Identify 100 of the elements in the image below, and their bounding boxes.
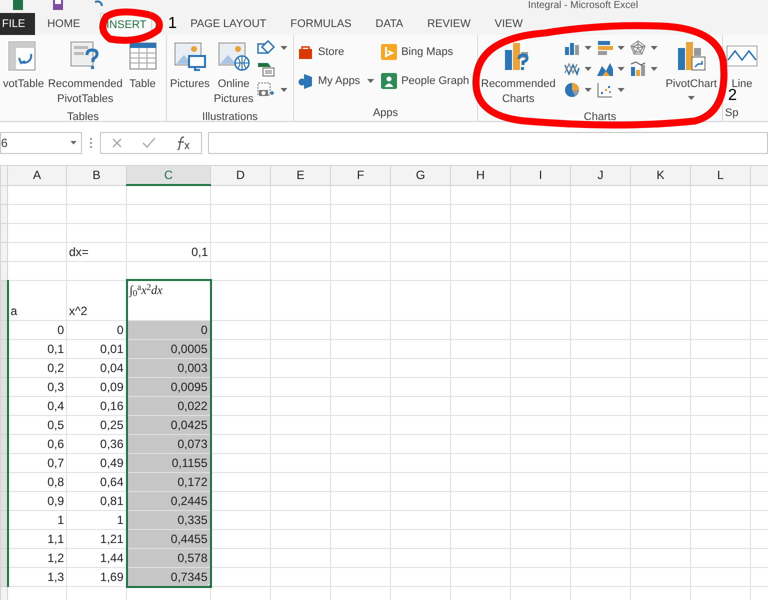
row-header[interactable] bbox=[0, 567, 8, 586]
table-cell: 0,5 bbox=[8, 415, 66, 434]
row-header[interactable] bbox=[0, 358, 8, 377]
table-cell: 0,073 bbox=[126, 434, 210, 453]
pivot-chart-icon bbox=[675, 40, 708, 72]
column-header[interactable]: L bbox=[690, 166, 750, 185]
row-header[interactable] bbox=[0, 472, 8, 491]
ribbon-button[interactable]: My Apps bbox=[296, 67, 376, 95]
ribbon-tab[interactable]: DATA bbox=[376, 13, 404, 35]
ribbon-tab[interactable]: PAGE LAYOUT bbox=[190, 13, 266, 35]
group-label: Charts bbox=[582, 110, 618, 121]
person-card-icon bbox=[381, 73, 398, 89]
column-header[interactable]: I bbox=[510, 166, 570, 185]
column-header[interactable]: H bbox=[450, 166, 510, 185]
column-header[interactable]: J bbox=[570, 166, 630, 185]
ribbon-tab[interactable]: REVIEW bbox=[427, 13, 471, 35]
row-header[interactable] bbox=[0, 415, 8, 434]
radar-chart-icon bbox=[630, 40, 646, 56]
row-header[interactable] bbox=[0, 377, 8, 396]
row-header[interactable] bbox=[0, 396, 8, 415]
table-cell: 0,8 bbox=[8, 472, 66, 491]
ribbon-button[interactable]: Pictures bbox=[169, 38, 211, 94]
picture-icon bbox=[172, 40, 207, 72]
table-cell: 0,335 bbox=[126, 510, 210, 529]
group-label: Illustrations bbox=[201, 110, 259, 121]
ribbon-button[interactable]: votTable bbox=[2, 38, 45, 94]
row-header[interactable] bbox=[0, 453, 8, 472]
ribbon-button[interactable]: Table bbox=[126, 38, 160, 94]
table-cell: 0,3 bbox=[8, 377, 66, 396]
table-cell: 0,0425 bbox=[126, 415, 210, 434]
row-header[interactable] bbox=[0, 320, 8, 339]
table-cell: 1,1 bbox=[8, 529, 66, 548]
name-box[interactable]: 6 bbox=[0, 132, 82, 154]
table-cell: 0,1 bbox=[8, 339, 66, 358]
column-header[interactable]: A bbox=[8, 166, 66, 185]
ribbon-tab[interactable]: HOME bbox=[47, 13, 80, 35]
function-icon bbox=[175, 136, 192, 150]
table-cell: 0,003 bbox=[126, 358, 210, 377]
group-label: Tables bbox=[66, 110, 100, 121]
column-header[interactable]: G bbox=[390, 166, 450, 185]
chevron-icon bbox=[381, 44, 398, 60]
screenshot-icon bbox=[257, 82, 276, 98]
icon-button[interactable] bbox=[596, 38, 626, 58]
table-cell: 1 bbox=[8, 510, 66, 529]
formula-input[interactable] bbox=[208, 132, 768, 154]
row-header[interactable] bbox=[0, 491, 8, 510]
table-cell: 1,2 bbox=[8, 548, 66, 567]
row-header[interactable] bbox=[0, 529, 8, 548]
column-header[interactable]: D bbox=[210, 166, 270, 185]
column-header[interactable]: B bbox=[66, 166, 126, 185]
row-header[interactable] bbox=[0, 339, 8, 358]
table-cell: dx= bbox=[66, 242, 126, 261]
ribbon-tab[interactable]: VIEW bbox=[494, 13, 523, 35]
icon-button[interactable] bbox=[562, 80, 593, 100]
picture-globe-icon bbox=[216, 40, 251, 72]
cancel-icon bbox=[110, 136, 123, 148]
grip-icon bbox=[88, 136, 94, 150]
icon-button[interactable] bbox=[628, 59, 659, 79]
table-cell: 0,578 bbox=[126, 548, 210, 567]
group-label: Apps bbox=[372, 106, 400, 121]
column-chart-icon bbox=[564, 40, 580, 56]
column-header[interactable]: C bbox=[126, 166, 210, 185]
combo-chart-icon bbox=[630, 61, 646, 77]
row-header[interactable] bbox=[0, 548, 8, 567]
row-header[interactable] bbox=[0, 280, 8, 320]
table-cell: 0,4 bbox=[8, 396, 66, 415]
table-icon bbox=[126, 40, 159, 72]
ribbon-button[interactable]: People Graph bbox=[379, 67, 472, 95]
table-cell: 0,1 bbox=[126, 242, 210, 261]
annotation-number: 1 bbox=[168, 14, 177, 34]
window-title: Integral - Microsoft Excel bbox=[528, 0, 638, 12]
table-question-icon bbox=[69, 40, 102, 72]
ribbon-button[interactable]: PivotChart bbox=[664, 38, 718, 102]
ribbon-button[interactable]: Recommended PivotTables bbox=[46, 38, 124, 109]
ribbon-button[interactable]: Online Pictures bbox=[212, 38, 254, 109]
row-header[interactable] bbox=[0, 434, 8, 453]
ribbon-button[interactable]: Store bbox=[296, 38, 376, 66]
column-header[interactable]: K bbox=[630, 166, 690, 185]
column-header[interactable]: F bbox=[330, 166, 390, 185]
table-cell: 0,4455 bbox=[126, 529, 210, 548]
file-tab[interactable]: FILE bbox=[0, 13, 36, 35]
pie-chart-icon bbox=[564, 82, 580, 98]
check-icon bbox=[142, 136, 156, 148]
group-label: Sp bbox=[725, 106, 740, 121]
ribbon-button[interactable]: Recommended Charts bbox=[480, 38, 557, 109]
ribbon-button[interactable]: Bing Maps bbox=[379, 38, 472, 66]
shopping-bag-icon bbox=[298, 44, 314, 60]
table-cell: 1,3 bbox=[8, 567, 66, 586]
apps-icon bbox=[298, 73, 314, 89]
icon-button[interactable] bbox=[596, 80, 626, 100]
row-header[interactable] bbox=[0, 510, 8, 529]
excel-icon bbox=[12, 0, 24, 11]
bar-chart-icon bbox=[596, 40, 613, 56]
table-cell: 0,2445 bbox=[126, 491, 210, 510]
column-header[interactable]: E bbox=[270, 166, 330, 185]
table-cell: 0 bbox=[126, 320, 210, 339]
shapes-icon bbox=[257, 40, 276, 56]
table-cell: 0,7345 bbox=[126, 567, 210, 586]
table-cell: 0,022 bbox=[126, 396, 210, 415]
ribbon-tab[interactable]: FORMULAS bbox=[290, 13, 352, 35]
